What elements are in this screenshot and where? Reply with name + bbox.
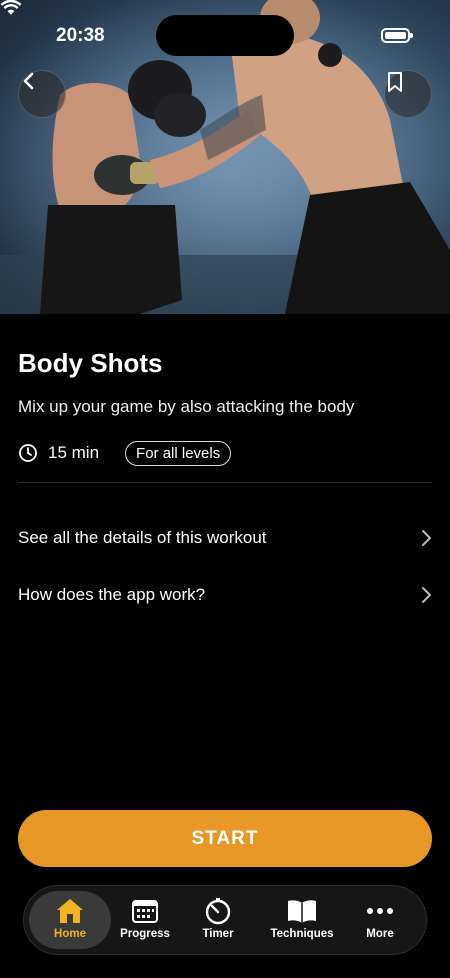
tab-label: More	[366, 928, 394, 940]
tab-label: Techniques	[270, 928, 334, 940]
calendar-icon	[132, 900, 158, 923]
workout-description: Mix up your game by also attacking the b…	[18, 397, 355, 416]
tab-timer[interactable]: Timer	[184, 891, 252, 949]
back-button[interactable]	[18, 70, 66, 118]
more-icon	[367, 908, 393, 914]
hero-image: 20:38	[0, 0, 450, 314]
wifi-icon	[0, 0, 22, 15]
book-icon	[288, 900, 316, 923]
how-app-works-link[interactable]: How does the app work?	[18, 575, 432, 615]
tab-bar: Home Progress Timer Techniques More	[23, 885, 427, 955]
tab-techniques[interactable]: Techniques	[262, 891, 342, 949]
chevron-right-icon	[422, 530, 431, 546]
workout-title: Body Shots	[18, 348, 163, 378]
tab-label: Progress	[120, 928, 170, 940]
status-time: 20:38	[56, 25, 105, 46]
tab-label: Home	[54, 928, 86, 940]
dynamic-island	[156, 15, 294, 56]
tab-more[interactable]: More	[352, 891, 408, 949]
link-label: See all the details of this workout	[18, 528, 267, 547]
divider	[18, 482, 432, 483]
timer-icon	[205, 898, 231, 925]
chevron-left-icon	[23, 72, 34, 90]
workout-meta: 15 min For all levels	[18, 440, 232, 466]
stopwatch-icon	[19, 444, 37, 462]
workout-duration: 15 min	[48, 443, 100, 462]
bookmark-button[interactable]	[384, 70, 432, 118]
start-button[interactable]: START	[18, 810, 432, 867]
tab-progress[interactable]: Progress	[112, 891, 178, 949]
workout-details-link[interactable]: See all the details of this workout	[18, 518, 432, 558]
home-icon	[57, 899, 83, 923]
level-badge: For all levels	[125, 440, 232, 466]
status-bar: 20:38	[0, 0, 450, 70]
tab-label: Timer	[202, 928, 234, 940]
bookmark-icon	[388, 72, 402, 92]
link-label: How does the app work?	[18, 585, 206, 604]
tab-home[interactable]: Home	[29, 891, 111, 949]
battery-icon	[381, 28, 413, 43]
chevron-right-icon	[422, 587, 431, 603]
